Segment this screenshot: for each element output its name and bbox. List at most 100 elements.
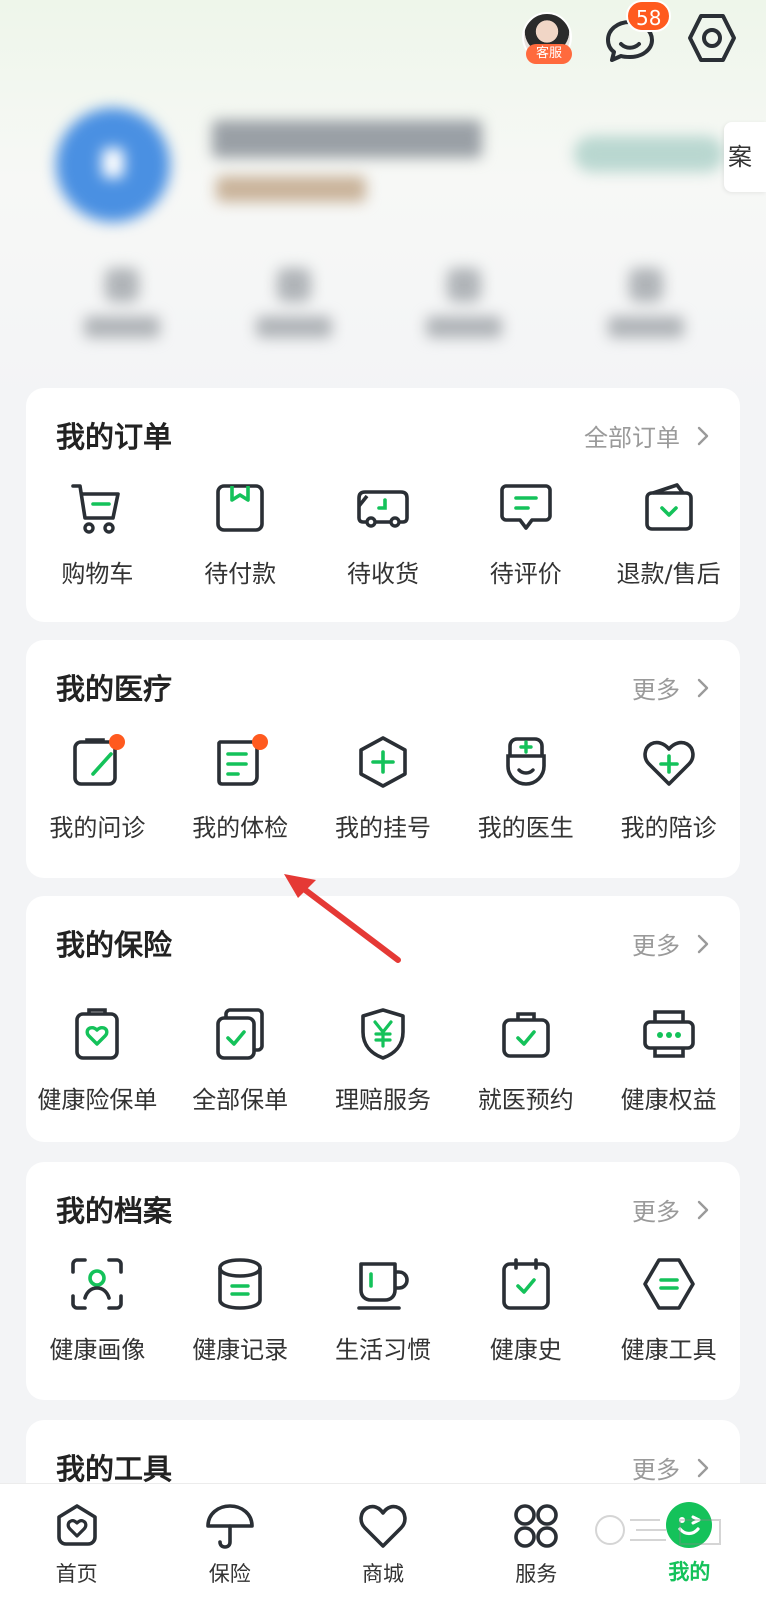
insurance-item-label: 理赔服务: [334, 1086, 431, 1114]
records-item-history[interactable]: 健康史: [454, 1256, 597, 1365]
records-title: 我的档案: [56, 1194, 173, 1228]
record-icon: [218, 1258, 262, 1310]
profile-stat[interactable]: [606, 268, 686, 348]
medical-item-consult[interactable]: 我的问诊: [26, 734, 169, 843]
profile-sub-blurred: [216, 176, 366, 202]
truck-icon: [357, 490, 409, 528]
medical-item-doctor[interactable]: 我的医生: [454, 734, 597, 843]
medical-card: 我的医疗 更多 我的问诊 我的体检 我的挂号 我的医生 我的陪诊: [26, 640, 740, 878]
orders-more-label: 全部订单: [584, 424, 680, 452]
tab-insurance[interactable]: 保险: [153, 1484, 306, 1600]
tab-label: 服务: [515, 1562, 558, 1586]
order-item-pending-review[interactable]: 待评价: [454, 480, 597, 589]
wallet-icon: [216, 484, 264, 532]
register-icon: [359, 736, 407, 788]
insurance-item-all-policies[interactable]: 全部保单: [169, 1006, 312, 1115]
all-policies-icon: [216, 1008, 264, 1060]
medical-item-escort[interactable]: 我的陪诊: [597, 734, 740, 843]
escort-icon: [642, 740, 695, 786]
insurance-item-benefits[interactable]: 健康权益: [597, 1006, 740, 1115]
cup-icon: [357, 1262, 409, 1310]
medical-item-label: 我的问诊: [49, 814, 146, 842]
orders-more-link[interactable]: 全部订单: [584, 418, 714, 453]
insurance-item-label: 就医预约: [477, 1086, 574, 1114]
watermark-logo: [595, 1515, 721, 1545]
records-item-health-record[interactable]: 健康记录: [169, 1256, 312, 1365]
order-item-label: 退款/售后: [616, 560, 721, 588]
tab-label: 首页: [55, 1562, 98, 1586]
medical-more-label: 更多: [632, 676, 680, 704]
insurance-item-appointment[interactable]: 就医预约: [454, 1006, 597, 1115]
records-item-label: 健康画像: [49, 1336, 146, 1364]
profile-scan-icon: [71, 1258, 124, 1310]
profile-chip-blurred[interactable]: [574, 136, 724, 172]
comment-icon: [499, 484, 552, 530]
order-item-refund[interactable]: 退款/售后: [597, 480, 740, 589]
medical-item-label: 我的体检: [192, 814, 289, 842]
avatar[interactable]: [56, 108, 170, 222]
records-item-label: 健康史: [489, 1336, 562, 1364]
profile-stat[interactable]: [424, 268, 504, 348]
orders-card: 我的订单 全部订单 购物车 待付款 待收货 待评价 退款/售后: [26, 388, 740, 622]
claim-shield-icon: [361, 1008, 405, 1060]
profile-stat[interactable]: [254, 268, 334, 348]
medical-item-label: 我的挂号: [334, 814, 431, 842]
heart-icon: [359, 1504, 407, 1548]
cart-icon: [71, 484, 121, 534]
medical-item-label: 我的医生: [477, 814, 574, 842]
medical-title: 我的医疗: [56, 672, 173, 706]
records-item-label: 生活习惯: [334, 1336, 431, 1364]
history-calendar-icon: [501, 1258, 550, 1310]
medical-item-label: 我的陪诊: [620, 814, 717, 842]
order-item-pending-payment[interactable]: 待付款: [169, 480, 312, 589]
tab-mall[interactable]: 商城: [306, 1484, 459, 1600]
customer-service-label[interactable]: 客服: [526, 44, 572, 64]
chevron-right-icon: [697, 934, 709, 953]
health-policy-icon: [75, 1008, 120, 1060]
tools-title: 我的工具: [56, 1452, 173, 1486]
records-more-link[interactable]: 更多: [632, 1192, 714, 1227]
medical-more-link[interactable]: 更多: [632, 670, 714, 705]
medical-item-checkup[interactable]: 我的体检: [169, 734, 312, 843]
chevron-right-icon: [697, 1458, 709, 1477]
profile-name-blurred: [212, 120, 482, 158]
chevron-right-icon: [697, 1200, 709, 1219]
order-item-pending-delivery[interactable]: 待收货: [312, 480, 455, 589]
tools-more-link[interactable]: 更多: [632, 1450, 714, 1485]
insurance-more-label: 更多: [632, 932, 680, 960]
tab-home[interactable]: 首页: [0, 1484, 153, 1600]
records-more-label: 更多: [632, 1198, 680, 1226]
profile-section-blurred: [0, 96, 766, 386]
chevron-right-icon: [697, 426, 709, 445]
insurance-item-label: 健康险保单: [37, 1086, 158, 1114]
insurance-item-claims[interactable]: 理赔服务: [312, 1006, 455, 1115]
records-item-tools[interactable]: 健康工具: [597, 1256, 740, 1365]
records-item-habits[interactable]: 生活习惯: [312, 1256, 455, 1365]
records-item-health-portrait[interactable]: 健康画像: [26, 1256, 169, 1365]
medical-item-register[interactable]: 我的挂号: [312, 734, 455, 843]
benefits-icon: [642, 1010, 695, 1058]
appointment-bag-icon: [501, 1012, 550, 1058]
profile-stat[interactable]: [82, 268, 162, 348]
insurance-item-health-policy[interactable]: 健康险保单: [26, 1006, 169, 1115]
order-item-label: 购物车: [61, 560, 134, 588]
top-bar: 客服 58: [0, 0, 766, 90]
refund-icon: [644, 483, 693, 531]
insurance-title: 我的保险: [56, 928, 173, 962]
home-icon: [56, 1504, 97, 1546]
tools-icon: [642, 1258, 695, 1310]
chevron-right-icon: [697, 678, 709, 697]
order-item-label: 待付款: [204, 560, 277, 588]
order-item-cart[interactable]: 购物车: [26, 480, 169, 589]
tab-label: 保险: [208, 1562, 251, 1586]
orders-title: 我的订单: [56, 420, 173, 454]
umbrella-icon: [205, 1504, 254, 1549]
insurance-item-label: 全部保单: [192, 1086, 289, 1114]
records-item-label: 健康工具: [620, 1336, 717, 1364]
settings-icon[interactable]: [684, 10, 740, 66]
tools-more-label: 更多: [632, 1456, 680, 1484]
tab-label: 商城: [362, 1562, 404, 1586]
side-tab[interactable]: 案: [724, 122, 766, 192]
insurance-item-label: 健康权益: [620, 1086, 717, 1114]
insurance-more-link[interactable]: 更多: [632, 926, 714, 961]
